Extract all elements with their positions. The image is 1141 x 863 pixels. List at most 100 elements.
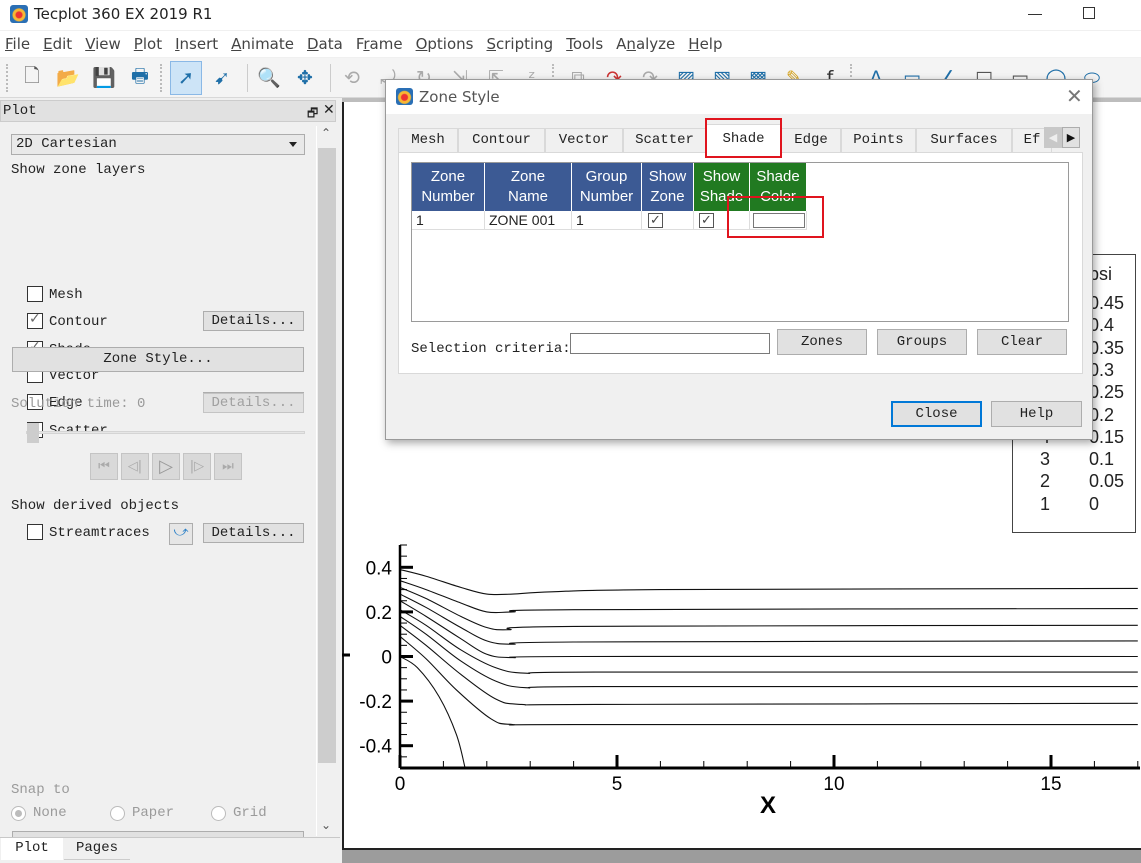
tab-scatter[interactable]: Scatter	[623, 128, 706, 152]
snap-paper-radio[interactable]	[110, 806, 125, 821]
menu-view[interactable]: View	[84, 35, 122, 53]
column-header-line2: Color	[760, 188, 796, 205]
tab-pages[interactable]: Pages	[64, 838, 130, 860]
menu-scripting[interactable]: Scripting	[485, 35, 554, 53]
plot-type-dropdown[interactable]: 2D Cartesian	[11, 134, 305, 155]
panel-scrollbar[interactable]: ⌃ ⌄	[316, 126, 336, 836]
zoom-icon[interactable]: 🔍	[253, 61, 285, 95]
close-panel-icon[interactable]: ✕	[323, 102, 335, 118]
title-bar: Tecplot 360 EX 2019 R1	[0, 0, 1141, 30]
streamtraces-details-button[interactable]: Details...	[203, 523, 304, 543]
chevron-up-icon[interactable]: ⌃	[321, 126, 331, 140]
play-icon[interactable]: ▷	[152, 453, 180, 480]
zone-style-button[interactable]: Zone Style...	[12, 347, 304, 372]
menu-frame[interactable]: Frame	[355, 35, 404, 53]
show-derived-objects-label: Show derived objects	[11, 498, 180, 514]
new-file-icon[interactable]: 🗋	[16, 61, 48, 95]
step-forward-icon[interactable]: |▷	[183, 453, 211, 480]
minimize-button[interactable]	[1026, 4, 1046, 24]
streamtrace-placement-icon[interactable]: ⤻	[169, 523, 193, 545]
shade-color-swatch[interactable]	[753, 213, 805, 228]
show-shade-checkbox[interactable]	[699, 211, 714, 229]
zone-grid[interactable]: Zone Number Zone Name Group Number Show Zone Sho…	[411, 162, 1069, 322]
toolbar-grip[interactable]	[6, 63, 10, 92]
column-header-show-shade[interactable]: Show Shade	[694, 163, 750, 211]
menu-insert[interactable]: Insert	[174, 35, 219, 53]
contour-details-button[interactable]: Details...	[203, 311, 304, 331]
time-slider[interactable]	[26, 431, 305, 434]
tab-shade[interactable]: Shade	[706, 124, 781, 153]
skip-to-start-icon[interactable]: ⏮	[90, 453, 118, 480]
menu-analyze[interactable]: Analyze	[615, 35, 676, 53]
menu-help[interactable]: Help	[687, 35, 723, 53]
tab-contour[interactable]: Contour	[458, 128, 545, 152]
column-header-zone-name[interactable]: Zone Name	[485, 163, 572, 211]
time-slider-thumb[interactable]	[27, 423, 39, 443]
menu-options[interactable]: Options	[415, 35, 475, 53]
float-panel-icon[interactable]: 🗗	[307, 104, 318, 125]
open-folder-icon[interactable]: 📂	[52, 61, 84, 95]
groups-button[interactable]: Groups	[877, 329, 967, 355]
mesh-label: Mesh	[49, 287, 83, 303]
rotate-3d-icon[interactable]: ⟲	[336, 61, 368, 95]
cell-shade-color[interactable]	[750, 211, 807, 230]
print-icon[interactable]: 🖶	[124, 61, 156, 95]
close-icon[interactable]: ✕	[1066, 84, 1083, 108]
streamtraces-checkbox[interactable]	[27, 524, 43, 540]
cell-show-shade[interactable]	[694, 211, 750, 230]
cell-group-number[interactable]: 1	[572, 211, 642, 230]
clear-button[interactable]: Clear	[977, 329, 1067, 355]
close-button[interactable]: Close	[891, 401, 982, 427]
mesh-checkbox[interactable]	[27, 286, 43, 302]
skip-to-end-icon[interactable]: ⏭	[214, 453, 242, 480]
column-header-shade-color[interactable]: Shade Color	[750, 163, 807, 211]
scrollbar-thumb[interactable]	[318, 148, 336, 763]
toolbar-grip[interactable]	[160, 63, 164, 92]
tab-surfaces[interactable]: Surfaces	[916, 128, 1012, 152]
column-header-line1: Show	[648, 168, 687, 185]
maximize-button[interactable]	[1083, 7, 1095, 19]
y-tick-label: -0.4	[359, 737, 392, 758]
tab-mesh[interactable]: Mesh	[398, 128, 458, 152]
column-header-line2: Number	[579, 188, 634, 205]
menu-animate[interactable]: Animate	[230, 35, 295, 53]
save-icon[interactable]: 💾	[88, 61, 120, 95]
chevron-down-icon[interactable]: ⌄	[321, 818, 331, 832]
help-button[interactable]: Help	[991, 401, 1082, 427]
column-header-zone-number[interactable]: Zone Number	[412, 163, 485, 211]
tab-edge[interactable]: Edge	[781, 128, 841, 152]
zones-button[interactable]: Zones	[777, 329, 867, 355]
contour-label: Contour	[49, 314, 108, 330]
tab-scroll-left-icon[interactable]: ◀	[1044, 127, 1062, 148]
menu-plot[interactable]: Plot	[133, 35, 163, 53]
snap-none-radio[interactable]	[11, 806, 26, 821]
tab-scroll-right-icon[interactable]: ▶	[1062, 127, 1080, 148]
adjustor-icon[interactable]: ➹	[206, 61, 238, 95]
column-header-line1: Zone	[510, 168, 546, 185]
horizontal-scrollbar[interactable]	[342, 850, 1141, 863]
tab-plot[interactable]: Plot	[1, 838, 63, 860]
menu-file[interactable]: File	[4, 35, 31, 53]
menu-data[interactable]: Data	[306, 35, 344, 53]
menu-edit[interactable]: Edit	[42, 35, 73, 53]
column-header-group-number[interactable]: Group Number	[572, 163, 642, 211]
selection-criteria-input[interactable]	[570, 333, 770, 354]
dialog-title-bar[interactable]: Zone Style ✕	[386, 80, 1092, 114]
menu-tools[interactable]: Tools	[565, 35, 604, 53]
legend-value: 0	[1089, 493, 1100, 514]
select-arrow-icon[interactable]: ➚	[170, 60, 202, 95]
translate-icon[interactable]: ✥	[289, 61, 321, 95]
tab-points[interactable]: Points	[841, 128, 916, 152]
tab-vector[interactable]: Vector	[545, 128, 623, 152]
column-header-show-zone[interactable]: Show Zone	[642, 163, 694, 211]
toolbar-separator	[330, 63, 331, 92]
solution-time-details-button[interactable]: Details...	[203, 393, 304, 413]
cell-show-zone[interactable]	[642, 211, 694, 230]
cell-zone-number[interactable]: 1	[412, 211, 485, 230]
snap-grid-radio[interactable]	[211, 806, 226, 821]
show-zone-checkbox[interactable]	[648, 211, 663, 229]
column-header-line2: Name	[507, 188, 548, 205]
step-back-icon[interactable]: ◁|	[121, 453, 149, 480]
contour-checkbox[interactable]	[27, 311, 43, 329]
cell-zone-name[interactable]: ZONE 001	[485, 211, 572, 230]
